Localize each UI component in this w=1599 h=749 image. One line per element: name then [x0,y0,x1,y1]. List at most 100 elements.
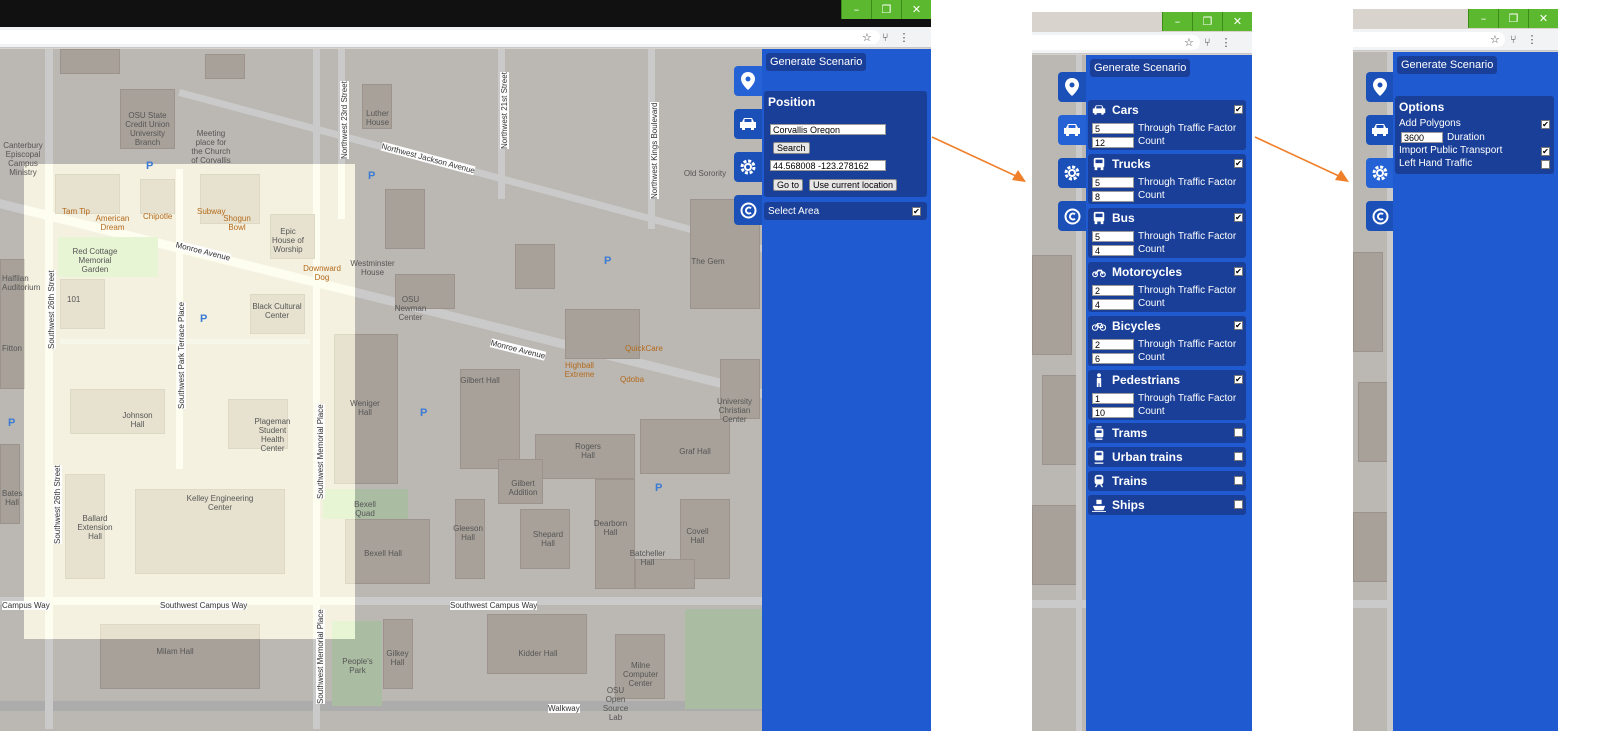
trucks-factor-input[interactable]: 5 [1092,177,1134,188]
tab-position[interactable] [1366,72,1394,102]
generate-scenario-button[interactable]: Generate Scenario [1397,56,1498,74]
options-box: Options Add Polygons ✔ 3600 Duration Imp… [1395,96,1554,174]
address-bar: ☆ ⑂ ⋮ [1032,32,1252,54]
close-button[interactable]: ✕ [1222,12,1252,31]
count-label: Count [1138,352,1165,363]
bicycle-icon [1092,323,1106,331]
go-to-button[interactable]: Go to [773,179,804,191]
url-field[interactable] [1353,32,1505,47]
through-label: Through Traffic Factor [1138,393,1237,404]
vehicle-name: Trucks [1112,157,1151,171]
place-label: Canterbury Episcopal Campus Ministry [3,141,43,177]
generate-scenario-button[interactable]: Generate Scenario [766,53,867,71]
add-polygons-checkbox[interactable]: ✔ [1541,120,1550,129]
star-icon[interactable]: ☆ [862,31,872,44]
map-view[interactable]: Monroe Avenue Monroe Avenue Northwest Ja… [0,49,762,731]
tab-options[interactable] [734,152,762,182]
motorcycle-icon [1092,269,1106,278]
left-hand-traffic-checkbox[interactable] [1541,160,1550,169]
side-tabs [1058,72,1086,244]
url-field[interactable] [1032,35,1200,50]
motorcycles-checkbox[interactable]: ✔ [1234,267,1243,276]
trams-checkbox[interactable] [1234,428,1243,437]
through-label: Through Traffic Factor [1138,231,1237,242]
street-label: Northwest Kings Boulevard [650,102,659,199]
url-field[interactable] [0,30,880,44]
tab-about[interactable] [1058,201,1086,231]
motorcycles-count-input[interactable]: 4 [1092,299,1134,310]
flow-arrow [1254,136,1349,182]
search-button[interactable]: Search [773,142,810,154]
through-label: Through Traffic Factor [1138,177,1237,188]
star-icon[interactable]: ☆ [1490,33,1500,46]
tab-position[interactable] [734,66,762,96]
coordinates-input[interactable]: 44.568008 -123.278162 [770,160,886,171]
close-button[interactable]: ✕ [901,0,931,19]
pedestrians-checkbox[interactable]: ✔ [1234,375,1243,384]
trains-checkbox[interactable] [1234,476,1243,485]
copyright-icon [740,202,756,218]
cars-checkbox[interactable]: ✔ [1234,105,1243,114]
place-label: Epic House of Worship [271,227,305,254]
cars-factor-input[interactable]: 5 [1092,123,1134,134]
map-pin-icon [741,72,755,90]
close-button[interactable]: ✕ [1528,9,1558,28]
bicycles-checkbox[interactable]: ✔ [1234,321,1243,330]
restore-button[interactable]: ❐ [871,0,901,19]
duration-input[interactable]: 3600 [1401,132,1443,143]
restore-button[interactable]: ❐ [1498,9,1528,28]
menu-icon[interactable]: ⋮ [1220,36,1231,49]
urban-trains-checkbox[interactable] [1234,452,1243,461]
menu-icon[interactable]: ⋮ [898,31,909,44]
extension-icon[interactable]: ⑂ [1204,36,1211,49]
minimize-button[interactable]: – [841,0,871,19]
tab-vehicles[interactable] [734,109,762,139]
through-label: Through Traffic Factor [1138,339,1237,350]
poi-label: Downward Dog [303,264,341,282]
vehicle-row-trucks: Trucks ✔ 5 Through Traffic Factor 8 Coun… [1088,154,1246,204]
extension-icon[interactable]: ⑂ [1510,33,1517,46]
pedestrians-factor-input[interactable]: 1 [1092,393,1134,404]
through-label: Through Traffic Factor [1138,285,1237,296]
tab-about[interactable] [1366,201,1394,231]
bicycles-factor-input[interactable]: 2 [1092,339,1134,350]
minimize-button[interactable]: – [1162,12,1192,31]
place-label: OSU Open Source Lab [602,686,629,722]
tab-position[interactable] [1058,72,1086,102]
bus-factor-input[interactable]: 5 [1092,231,1134,242]
location-input[interactable]: Corvallis Oregon [770,124,886,135]
ships-checkbox[interactable] [1234,500,1243,509]
bus-count-input[interactable]: 4 [1092,245,1134,256]
tab-vehicles[interactable] [1366,115,1394,145]
parking-icon: P [200,313,208,325]
window-controls: – ❐ ✕ [1468,9,1558,28]
tab-about[interactable] [734,195,762,225]
count-label: Count [1138,136,1165,147]
tab-vehicles[interactable] [1058,115,1086,145]
poi-label: Chipotle [143,212,173,221]
extension-icon[interactable]: ⑂ [882,31,889,44]
tab-options[interactable] [1058,158,1086,188]
cars-count-input[interactable]: 12 [1092,137,1134,148]
minimize-button[interactable]: – [1468,9,1498,28]
place-label: Batcheller Hall [629,549,666,567]
bus-checkbox[interactable]: ✔ [1234,213,1243,222]
star-icon[interactable]: ☆ [1184,36,1194,49]
tab-options[interactable] [1366,158,1394,188]
place-label: Weniger Hall [350,399,380,417]
bicycles-count-input[interactable]: 6 [1092,353,1134,364]
vehicle-row-bicycles: Bicycles ✔ 2 Through Traffic Factor 6 Co… [1088,316,1246,366]
motorcycles-factor-input[interactable]: 2 [1092,285,1134,296]
restore-button[interactable]: ❐ [1192,12,1222,31]
menu-icon[interactable]: ⋮ [1526,33,1537,46]
trucks-checkbox[interactable]: ✔ [1234,159,1243,168]
pedestrians-count-input[interactable]: 10 [1092,407,1134,418]
trucks-count-input[interactable]: 8 [1092,191,1134,202]
gear-icon [1064,165,1080,181]
select-area-checkbox[interactable]: ✔ [912,207,921,216]
count-label: Count [1138,190,1165,201]
place-label: Fitton [2,344,23,353]
use-current-location-button[interactable]: Use current location [809,179,898,191]
generate-scenario-button[interactable]: Generate Scenario [1090,59,1191,77]
import-public-transport-checkbox[interactable]: ✔ [1541,147,1550,156]
